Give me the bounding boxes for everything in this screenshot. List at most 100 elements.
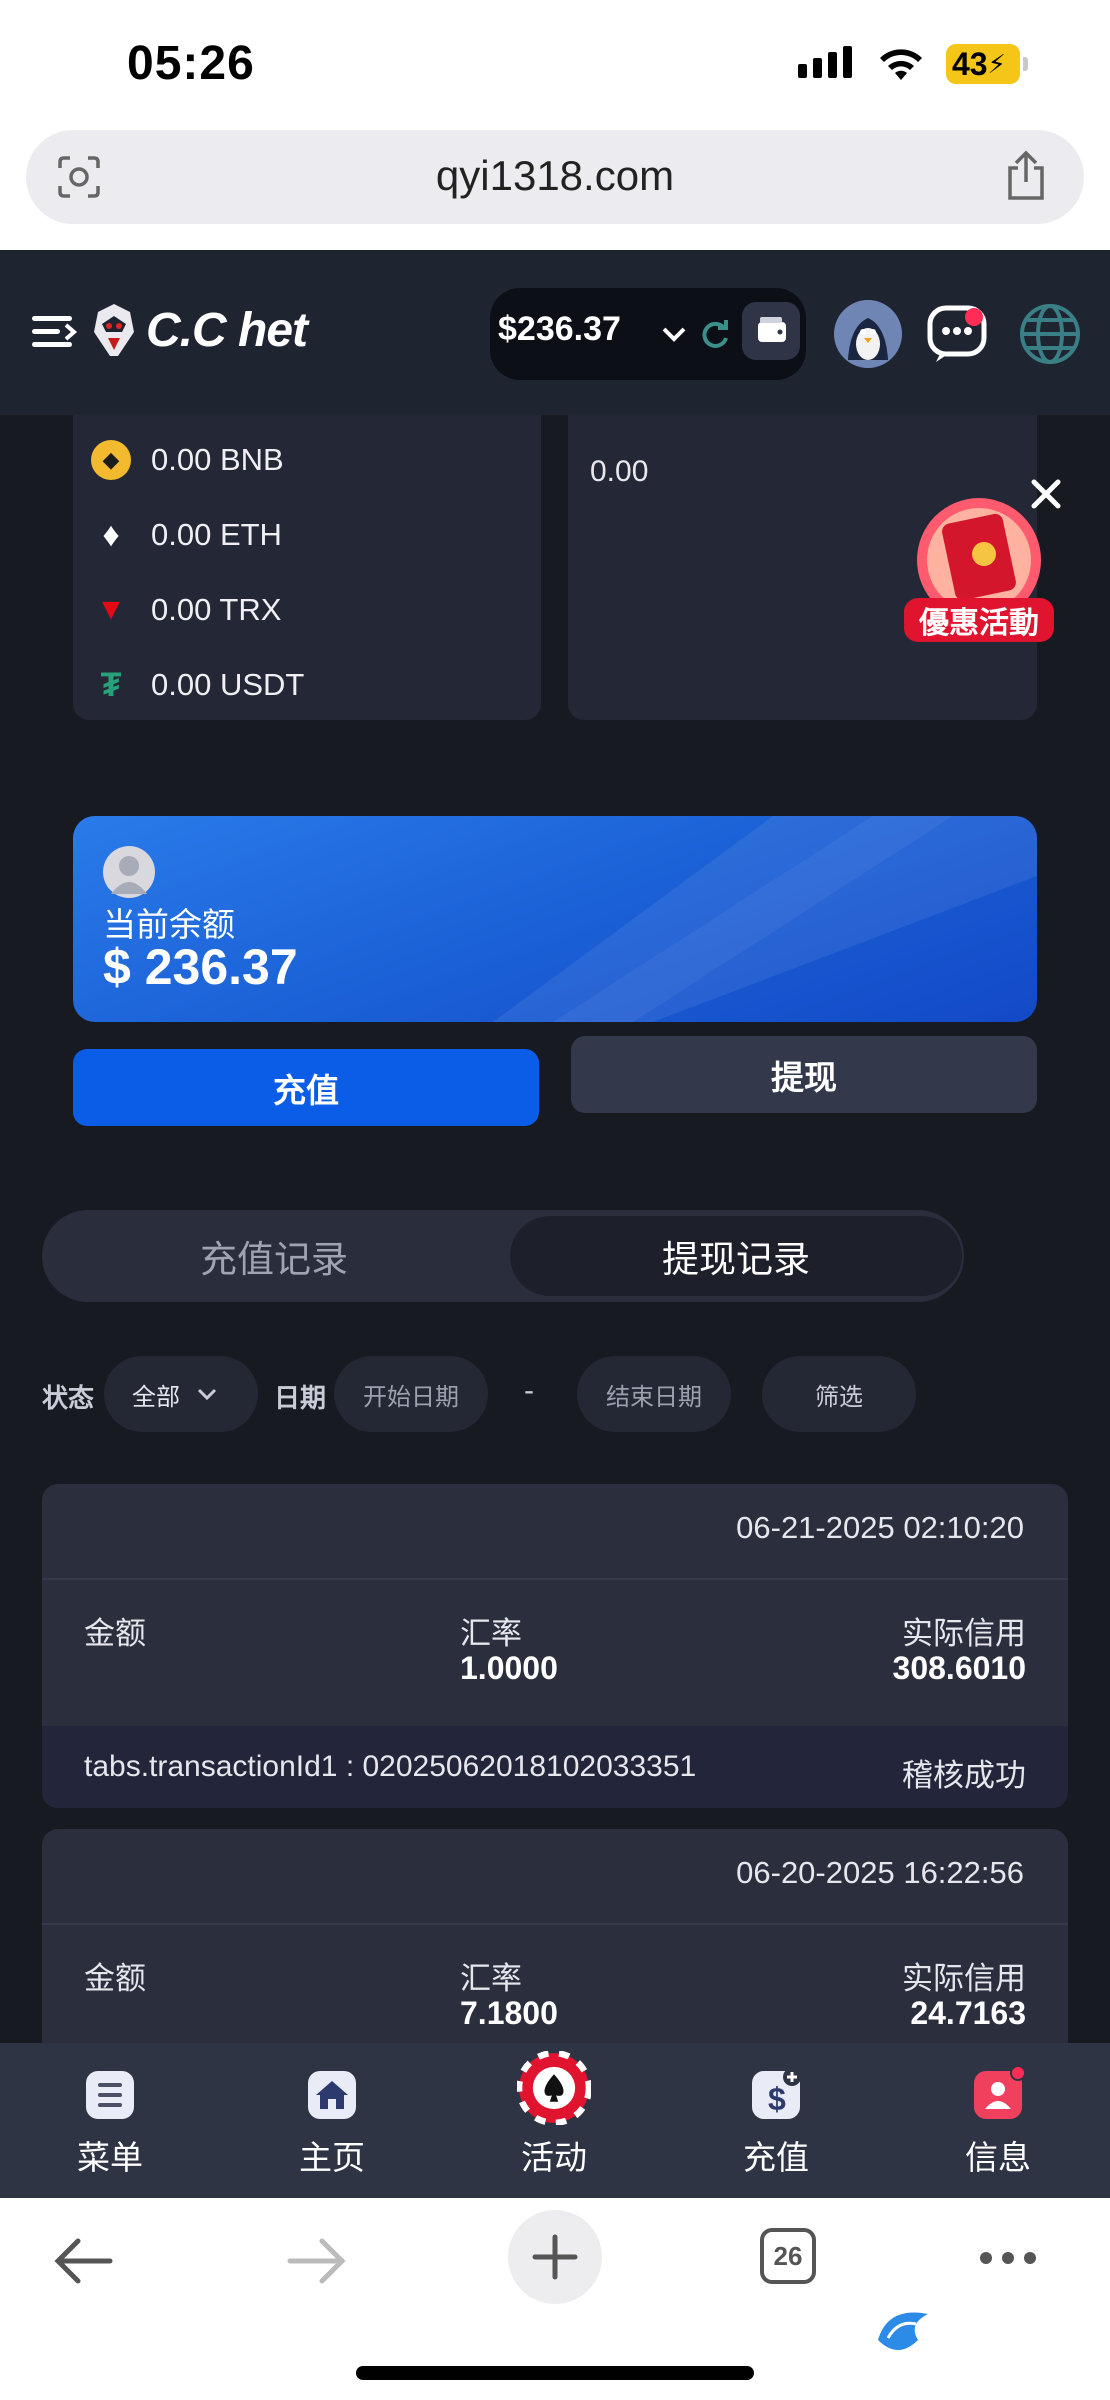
refresh-icon[interactable] bbox=[700, 320, 730, 350]
nav-label: 信息 bbox=[965, 2139, 1031, 2176]
crypto-row-bnb: ◆ 0.00 BNB bbox=[91, 435, 284, 485]
tab-withdraw-records[interactable]: 提现记录 bbox=[510, 1216, 962, 1296]
status-bar: 05:26 43 ⚡ bbox=[0, 0, 1110, 130]
status-filter-label: 状态 bbox=[42, 1383, 95, 1413]
crypto-amount: 0.00 TRX bbox=[151, 592, 282, 627]
transaction-id: tabs.transactionId1 : 020250620181020333… bbox=[84, 1750, 697, 1783]
tab-deposit-records[interactable]: 充值记录 bbox=[48, 1216, 500, 1296]
wallet-button[interactable] bbox=[742, 302, 800, 360]
divider bbox=[42, 1923, 1068, 1925]
wallet-icon bbox=[758, 317, 786, 342]
current-balance-amount: $ 236.37 bbox=[103, 939, 298, 995]
battery-icon: 43 ⚡ bbox=[946, 44, 1028, 84]
logo-text: C.C het bbox=[146, 303, 308, 357]
user-avatar-small bbox=[103, 846, 155, 898]
user-avatar[interactable] bbox=[834, 300, 902, 368]
crypto-row-eth: ♦ 0.00 ETH bbox=[91, 510, 282, 560]
nav-label: 活动 bbox=[521, 2139, 587, 2176]
share-icon[interactable] bbox=[1002, 150, 1050, 202]
withdraw-record[interactable]: 06-21-2025 02:10:20 金额 汇率 1.0000 实际信用 30… bbox=[42, 1484, 1068, 1808]
filter-bar: 状态 全部 日期 开始日期 - 结束日期 筛选 bbox=[42, 1356, 1042, 1432]
credit-value: 308.6010 bbox=[892, 1650, 1026, 1686]
credit-label: 实际信用 bbox=[902, 1961, 1026, 1996]
rate-label: 汇率 bbox=[460, 1616, 522, 1651]
rate-value: 1.0000 bbox=[460, 1650, 558, 1686]
rate-label: 汇率 bbox=[460, 1961, 522, 1996]
wifi-icon bbox=[880, 49, 922, 80]
nav-deposit[interactable]: $ 充值 bbox=[706, 2065, 846, 2179]
back-arrow-icon[interactable] bbox=[50, 2236, 114, 2286]
record-datetime: 06-21-2025 02:10:20 bbox=[736, 1510, 1024, 1545]
notification-dot bbox=[965, 308, 983, 326]
rate-value: 7.1800 bbox=[460, 1995, 558, 2031]
header-balance-pill[interactable]: $236.37 bbox=[490, 288, 806, 380]
filter-button[interactable]: 筛选 bbox=[762, 1356, 916, 1432]
nav-messages[interactable]: 信息 bbox=[928, 2065, 1068, 2179]
svg-text:$: $ bbox=[768, 2081, 786, 2117]
crypto-amount: 0.00 BNB bbox=[151, 442, 284, 477]
nav-home[interactable]: 主页 bbox=[262, 2065, 402, 2179]
bottom-navigation: 菜单 主页 活动 $ 充值 信息 bbox=[0, 2043, 1110, 2198]
crypto-balance-card: ◆ 0.00 BNB ♦ 0.00 ETH ▼ 0.00 TRX ₮ 0.00 … bbox=[73, 415, 541, 720]
nav-activities[interactable]: 活动 bbox=[484, 2051, 624, 2179]
cellular-signal-icon bbox=[798, 46, 852, 78]
header-balance: $236.37 bbox=[498, 310, 621, 348]
withdraw-button[interactable]: 提现 bbox=[571, 1036, 1037, 1113]
forward-arrow-icon[interactable] bbox=[286, 2236, 350, 2286]
credit-value: 24.7163 bbox=[910, 1995, 1026, 2031]
amount-label: 金额 bbox=[84, 1616, 146, 1651]
globe-language-icon[interactable] bbox=[1018, 302, 1082, 366]
credit-label: 实际信用 bbox=[902, 1616, 1026, 1651]
more-options-icon[interactable] bbox=[978, 2250, 1038, 2266]
watermark-logo bbox=[878, 2312, 928, 2350]
current-balance-card: 当前余额 $ 236.37 bbox=[73, 816, 1037, 1022]
crypto-amount: 0.00 ETH bbox=[151, 517, 282, 552]
record-datetime: 06-20-2025 16:22:56 bbox=[736, 1855, 1024, 1890]
chevron-down-icon[interactable] bbox=[658, 318, 690, 350]
record-status: 稽核成功 bbox=[902, 1758, 1026, 1793]
promo-label: 優惠活動 bbox=[919, 607, 1039, 640]
hamburger-menu-icon[interactable] bbox=[30, 312, 78, 352]
plus-icon bbox=[532, 2234, 578, 2280]
nav-label: 主页 bbox=[299, 2139, 365, 2176]
end-date-input[interactable]: 结束日期 bbox=[577, 1356, 731, 1432]
close-icon[interactable] bbox=[1026, 474, 1066, 514]
address-bar[interactable]: qyi1318.com bbox=[26, 130, 1084, 224]
trx-icon: ▼ bbox=[96, 593, 126, 626]
bnb-icon: ◆ bbox=[91, 440, 131, 480]
status-select[interactable]: 全部 bbox=[104, 1356, 258, 1432]
penguin-avatar-icon bbox=[834, 300, 902, 368]
info-value: 0.00 bbox=[590, 455, 649, 488]
browser-url-area: qyi1318.com bbox=[0, 130, 1110, 250]
eth-icon: ♦ bbox=[102, 515, 120, 554]
start-date-input[interactable]: 开始日期 bbox=[334, 1356, 488, 1432]
date-separator: - bbox=[524, 1374, 534, 1407]
promo-floating-button[interactable]: 優惠活動 bbox=[898, 490, 1060, 652]
nav-label: 充值 bbox=[743, 2139, 809, 2176]
nav-label: 菜单 bbox=[77, 2139, 143, 2176]
battery-level: 43 bbox=[952, 45, 988, 82]
tabs-count-button[interactable]: 26 bbox=[760, 2228, 816, 2284]
crypto-row-usdt: ₮ 0.00 USDT bbox=[91, 660, 305, 710]
chevron-down-icon bbox=[197, 1388, 217, 1401]
record-tabs: 充值记录 提现记录 bbox=[42, 1210, 964, 1302]
home-icon bbox=[308, 2071, 356, 2119]
crypto-amount: 0.00 USDT bbox=[151, 667, 305, 702]
brand-logo[interactable]: C.C het bbox=[88, 302, 308, 358]
deposit-button[interactable]: 充值 bbox=[73, 1049, 539, 1126]
app-header: C.C het $236.37 bbox=[0, 250, 1110, 415]
divider bbox=[42, 1578, 1068, 1580]
status-select-value: 全部 bbox=[132, 1383, 180, 1411]
new-tab-button[interactable] bbox=[508, 2210, 602, 2304]
usdt-icon: ₮ bbox=[100, 665, 122, 704]
deposit-icon: $ bbox=[752, 2068, 801, 2119]
record-footer: tabs.transactionId1 : 020250620181020333… bbox=[42, 1726, 1068, 1808]
home-indicator bbox=[356, 2366, 754, 2380]
nav-menu[interactable]: 菜单 bbox=[40, 2065, 180, 2179]
withdraw-record[interactable]: 06-20-2025 16:22:56 金额 汇率 7.1800 实际信用 24… bbox=[42, 1829, 1068, 2043]
menu-list-icon bbox=[86, 2071, 134, 2119]
url-text: qyi1318.com bbox=[435, 152, 675, 199]
status-time: 05:26 bbox=[127, 37, 255, 90]
crypto-row-trx: ▼ 0.00 TRX bbox=[91, 585, 281, 635]
mascot-logo-icon bbox=[94, 304, 134, 356]
